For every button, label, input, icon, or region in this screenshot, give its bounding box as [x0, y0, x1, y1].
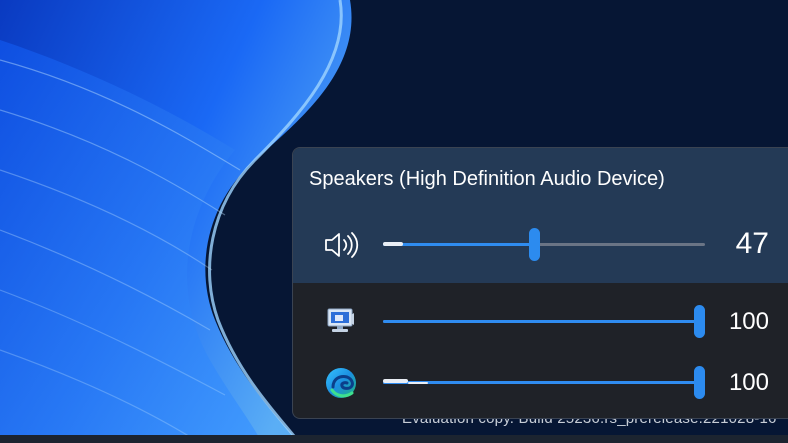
- device-peak-meter: [383, 242, 403, 246]
- app-volume-thumb[interactable]: [694, 305, 705, 338]
- device-volume-fill: [383, 243, 535, 246]
- app-volume-fill: [383, 381, 699, 384]
- taskbar: [0, 435, 788, 443]
- app-volume-thumb[interactable]: [694, 366, 705, 399]
- app-volume-value: 100: [728, 369, 769, 396]
- app-volume-value: 100: [728, 308, 769, 335]
- device-volume-row: 47: [293, 225, 788, 265]
- system-sounds-icon[interactable]: [323, 302, 361, 342]
- app-volume-slider[interactable]: [383, 366, 705, 399]
- device-volume-thumb[interactable]: [529, 228, 541, 261]
- edge-icon[interactable]: [323, 363, 361, 403]
- app-volume-row: 100: [293, 302, 788, 342]
- device-name: Speakers (High Definition Audio Device): [309, 168, 665, 190]
- app-volume-fill: [383, 320, 699, 323]
- app-volume-row: 100: [293, 363, 788, 403]
- app-peak-meter: [408, 382, 428, 384]
- device-section: Speakers (High Definition Audio Device) …: [293, 148, 788, 283]
- volume-mixer-flyout: Speakers (High Definition Audio Device) …: [292, 147, 788, 419]
- app-volume-slider[interactable]: [383, 305, 705, 338]
- device-volume-value: 47: [735, 227, 769, 260]
- speaker-icon[interactable]: [323, 225, 361, 265]
- device-volume-slider[interactable]: [383, 228, 705, 261]
- app-peak-meter: [383, 379, 408, 383]
